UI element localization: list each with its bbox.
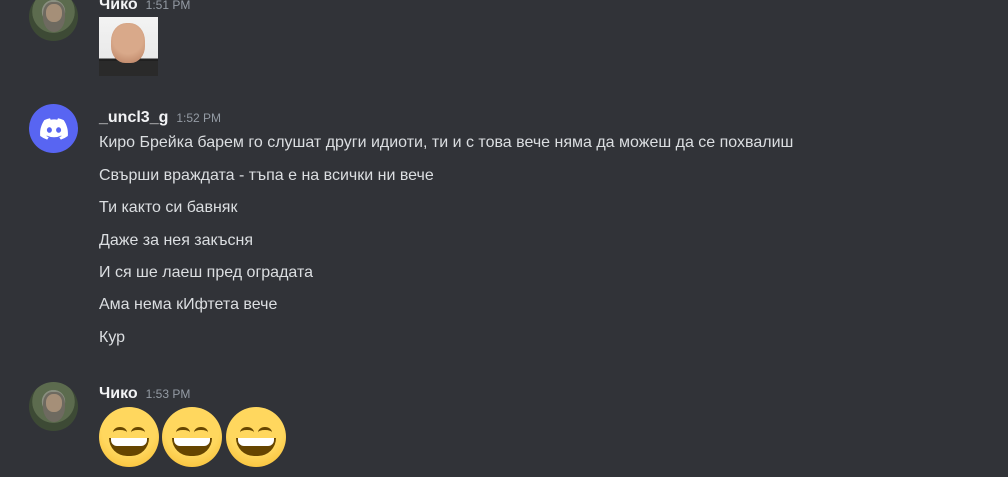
grinning-face-emoji[interactable]	[226, 407, 286, 467]
message-text: Кур	[99, 329, 126, 346]
user-avatar[interactable]	[29, 104, 78, 153]
user-avatar[interactable]	[29, 0, 78, 41]
message-header: Чико 1:51 PM	[99, 0, 190, 15]
username[interactable]: _uncl3_g	[99, 109, 168, 126]
user-avatar[interactable]	[29, 382, 78, 431]
message-text: Киро Брейка барем го слушат други идиоти…	[99, 134, 794, 151]
grinning-face-emoji[interactable]	[99, 407, 159, 467]
username[interactable]: Чико	[99, 0, 138, 13]
grinning-face-emoji[interactable]	[162, 407, 222, 467]
message-header: Чико 1:53 PM	[99, 384, 190, 404]
message-header: _uncl3_g 1:52 PM	[99, 108, 221, 128]
username[interactable]: Чико	[99, 385, 138, 402]
message-text: Ама нема кИфтета вече	[99, 296, 278, 313]
message-text: Ти както си бавняк	[99, 199, 238, 216]
message-text: Свърши враждата - тъпа е на всички ни ве…	[99, 167, 434, 184]
message-text: Даже за нея закъсня	[99, 232, 254, 249]
timestamp: 1:53 PM	[145, 387, 191, 401]
message-text: И ся ше лаеш пред оградата	[99, 264, 313, 281]
timestamp: 1:52 PM	[176, 111, 222, 125]
discord-logo-icon	[39, 117, 68, 140]
timestamp: 1:51 PM	[145, 0, 191, 12]
image-attachment[interactable]	[99, 17, 158, 76]
